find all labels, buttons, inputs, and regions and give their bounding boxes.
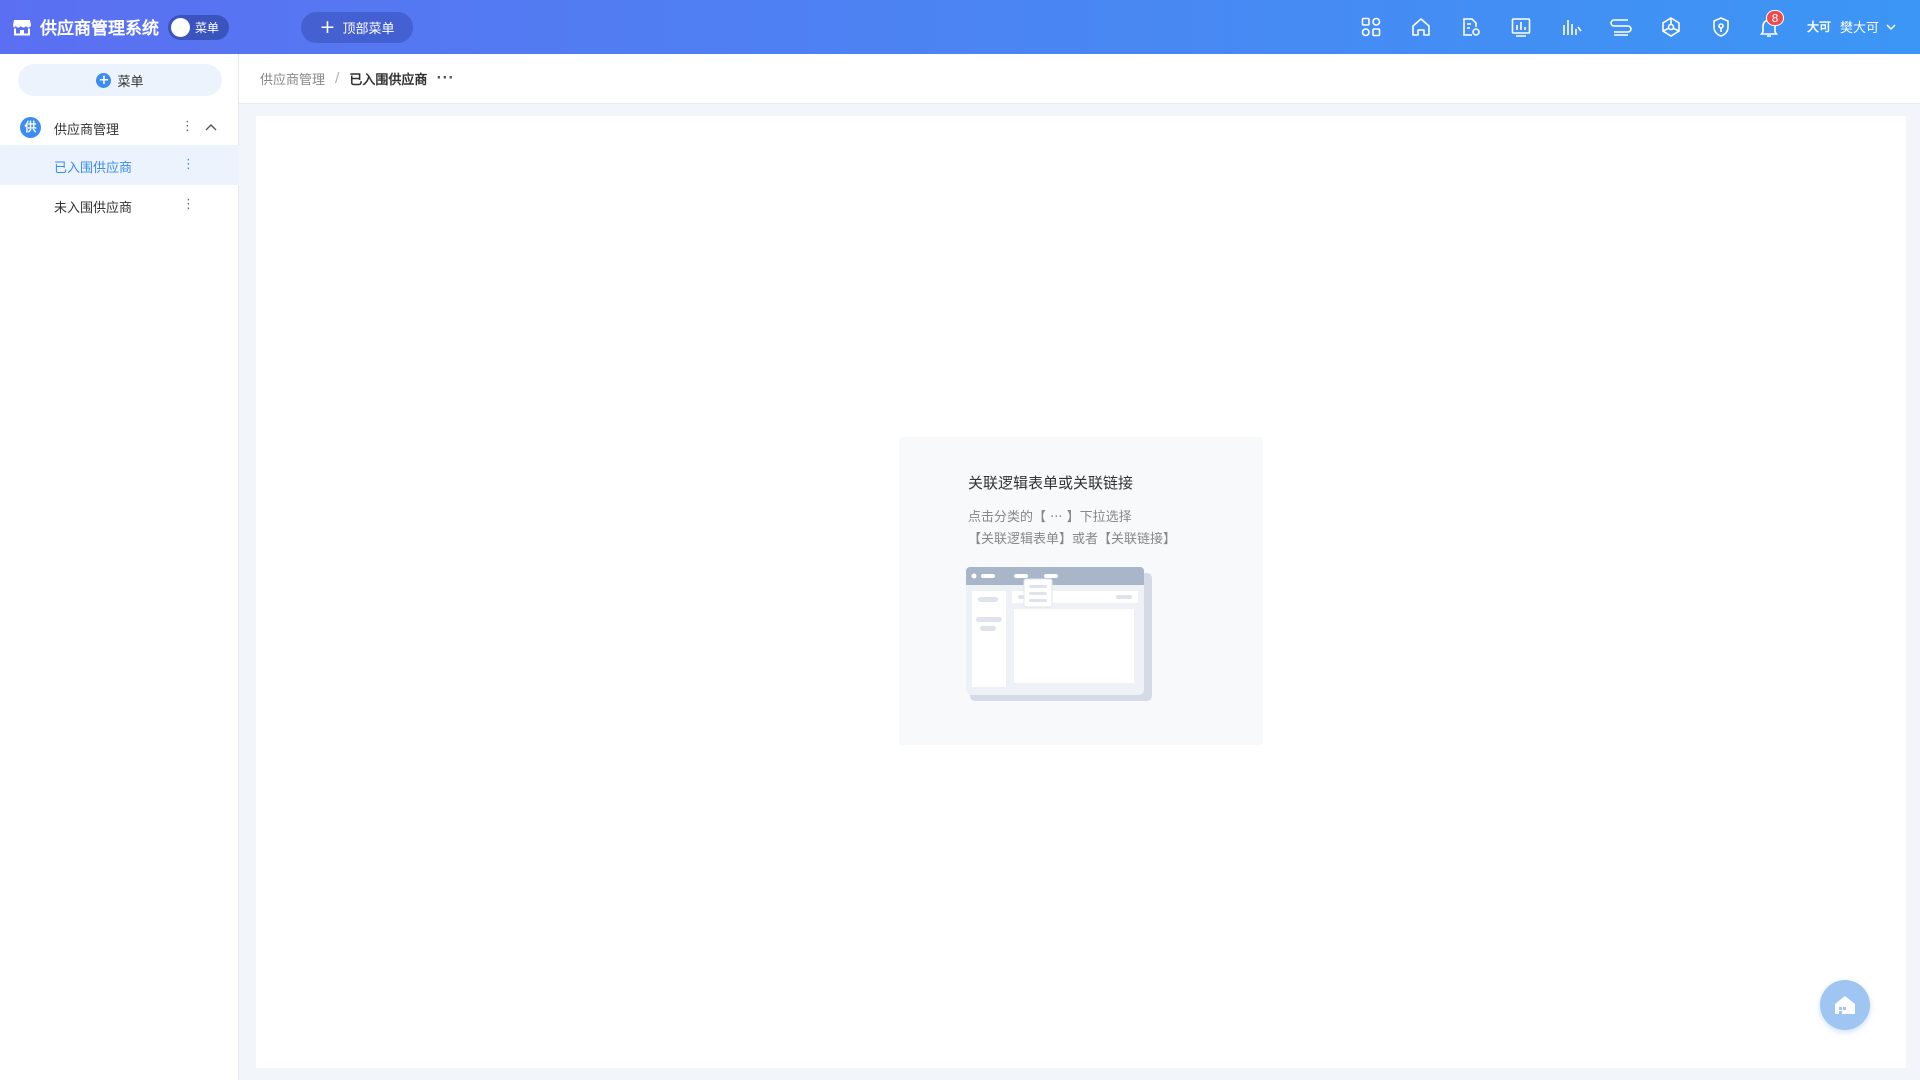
add-menu-button[interactable]: + 菜单 bbox=[18, 64, 222, 96]
shield-icon[interactable] bbox=[1710, 16, 1732, 38]
chevron-up-icon[interactable] bbox=[204, 121, 218, 133]
breadcrumb-bar: 供应商管理 / 已入围供应商 ··· bbox=[239, 54, 1920, 104]
sidebar-group-label: 供应商管理 bbox=[54, 123, 120, 138]
notification-badge: 8 bbox=[1766, 10, 1784, 26]
breadcrumb-separator: / bbox=[335, 71, 340, 86]
sidebar-item-label: 未入围供应商 bbox=[54, 201, 133, 216]
empty-illustration-icon bbox=[966, 567, 1152, 701]
sidebar-group-supplier-management[interactable]: 供 供应商管理 ⋮ bbox=[0, 109, 239, 145]
add-menu-label: 菜单 bbox=[117, 74, 144, 90]
toggle-knob bbox=[171, 18, 190, 37]
avatar: 大可 bbox=[1807, 20, 1832, 34]
menu-toggle-switch[interactable]: 菜单 bbox=[168, 15, 229, 40]
chevron-down-icon bbox=[1886, 23, 1896, 30]
user-name: 樊大可 bbox=[1840, 21, 1880, 36]
more-vertical-icon[interactable]: ⋮ bbox=[182, 198, 195, 212]
app-title: 供应商管理系统 bbox=[40, 19, 159, 39]
house-icon bbox=[1835, 996, 1855, 1014]
network-icon[interactable] bbox=[1660, 16, 1682, 38]
brand[interactable]: 供应商管理系统 bbox=[12, 14, 159, 39]
group-icon: 供 bbox=[20, 117, 41, 138]
plus-icon: + bbox=[319, 16, 336, 38]
breadcrumb-current: 已入围供应商 bbox=[349, 73, 428, 88]
more-vertical-icon[interactable]: ⋮ bbox=[182, 158, 195, 172]
top-menu-label: 顶部菜单 bbox=[342, 22, 395, 37]
more-vertical-icon[interactable]: ⋮ bbox=[181, 120, 194, 134]
empty-state-description: 点击分类的【 ··· 】下拉选择 bbox=[968, 510, 1132, 525]
dashboard-icon[interactable] bbox=[1510, 16, 1532, 38]
floating-home-button[interactable] bbox=[1820, 980, 1870, 1030]
breadcrumb: 供应商管理 / 已入围供应商 ··· bbox=[260, 69, 454, 88]
breadcrumb-parent[interactable]: 供应商管理 bbox=[260, 69, 325, 88]
empty-state-description: 【关联逻辑表单】或者【关联链接】 bbox=[968, 532, 1177, 547]
user-menu[interactable]: 大可 樊大可 bbox=[1807, 17, 1897, 36]
apps-icon[interactable] bbox=[1360, 16, 1382, 38]
sidebar-item-label: 已入围供应商 bbox=[54, 161, 133, 176]
file-settings-icon[interactable] bbox=[1460, 16, 1482, 38]
empty-state: 关联逻辑表单或关联链接 点击分类的【 ··· 】下拉选择 【关联逻辑表单】或者【… bbox=[899, 437, 1263, 745]
plus-circle-icon: + bbox=[96, 72, 112, 88]
sidebar: + 菜单 供 供应商管理 ⋮ 已入围供应商 ⋮ 未入围供应商 ⋮ bbox=[0, 54, 239, 1080]
bar-chart-icon[interactable] bbox=[1560, 16, 1582, 38]
empty-state-title: 关联逻辑表单或关联链接 bbox=[968, 474, 1134, 492]
workflow-icon[interactable] bbox=[1610, 16, 1632, 38]
menu-toggle-label: 菜单 bbox=[195, 21, 220, 35]
sidebar-item-non-shortlisted-suppliers[interactable]: 未入围供应商 ⋮ bbox=[0, 185, 239, 225]
more-horizontal-icon[interactable]: ··· bbox=[436, 71, 454, 86]
add-top-menu-button[interactable]: + 顶部菜单 bbox=[301, 12, 413, 43]
sidebar-item-shortlisted-suppliers[interactable]: 已入围供应商 ⋮ bbox=[0, 145, 239, 185]
top-header: 供应商管理系统 菜单 + 顶部菜单 8 大可 樊大可 bbox=[0, 0, 1920, 54]
store-icon bbox=[12, 17, 32, 37]
home-icon[interactable] bbox=[1410, 16, 1432, 38]
